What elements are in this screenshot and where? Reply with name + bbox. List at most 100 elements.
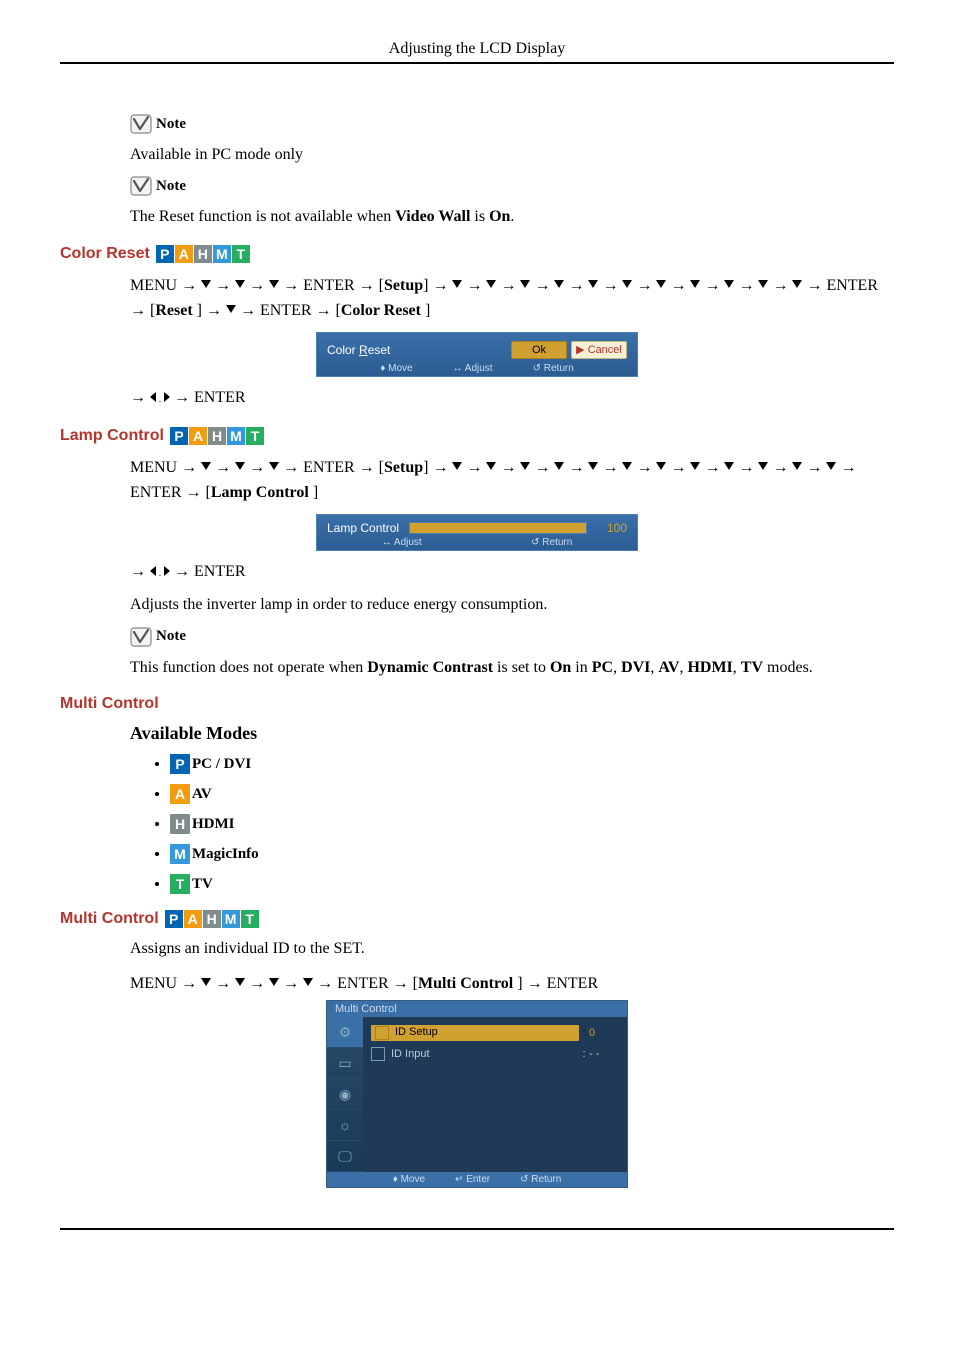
down-arrow-icon — [269, 280, 279, 290]
left-right-arrow-icon — [150, 392, 170, 402]
available-modes-list: PPC / DVI AAV HHDMI MMagicInfo TTV — [170, 754, 894, 894]
osd-row-id-setup[interactable]: ID Setup : 0 — [371, 1025, 619, 1041]
note-block-3: Note — [130, 627, 894, 647]
tag-m-icon: M — [227, 427, 245, 445]
osd-side-icons: ⚙ ▭ ◉ ☼ 🖵 — [327, 1017, 363, 1172]
footer-rule — [60, 1228, 894, 1230]
down-arrow-icon — [690, 280, 700, 290]
note-block-2: Note — [130, 176, 894, 196]
note-icon — [130, 176, 152, 196]
down-arrow-icon — [226, 305, 236, 315]
down-arrow-icon — [622, 280, 632, 290]
osd-ok-button[interactable]: Ok — [511, 341, 567, 359]
nav-path-enter: → → ENTER — [130, 559, 894, 585]
down-arrow-icon — [554, 462, 564, 472]
list-item: MMagicInfo — [170, 844, 894, 864]
osd-color-reset-dialog: Color Reset Ok ▶ Cancel ♦ Move ↔ Adjust … — [316, 332, 638, 377]
note-label: Note — [156, 116, 186, 133]
down-arrow-icon — [201, 462, 211, 472]
mode-tags: P A H M T — [165, 910, 260, 928]
osd-side-icon[interactable]: ☼ — [327, 1110, 363, 1141]
nav-path-enter: → → ENTER — [130, 385, 894, 411]
down-arrow-icon — [303, 978, 313, 988]
heading-multi-control-2: Multi Control P A H M T — [60, 910, 894, 928]
osd-side-icon[interactable]: ⚙ — [327, 1017, 363, 1048]
tag-t-icon: T — [170, 874, 190, 894]
down-arrow-icon — [622, 462, 632, 472]
page-header: Adjusting the LCD Display — [60, 40, 894, 58]
down-arrow-icon — [826, 462, 836, 472]
left-right-arrow-icon — [150, 566, 170, 576]
tag-t-icon: T — [246, 427, 264, 445]
note-icon — [130, 114, 152, 134]
lamp-description: Adjusts the inverter lamp in order to re… — [130, 594, 894, 616]
osd-slider-value: 100 — [597, 521, 627, 535]
tag-p-icon: P — [170, 427, 188, 445]
note-label: Note — [156, 628, 186, 645]
tag-p-icon: P — [156, 245, 174, 263]
nav-path-color-reset: MENU → → → → ENTER → [Setup] → → → → → →… — [130, 273, 894, 324]
mode-tags: P A H M T — [156, 245, 251, 263]
tag-m-icon: M — [213, 245, 231, 263]
down-arrow-icon — [724, 280, 734, 290]
list-item: TTV — [170, 874, 894, 894]
osd-footer-move: ♦ Move — [393, 1174, 425, 1185]
osd-slider-bar[interactable] — [409, 522, 587, 534]
down-arrow-icon — [235, 462, 245, 472]
down-arrow-icon — [520, 462, 530, 472]
tag-a-icon: A — [175, 245, 193, 263]
tag-m-icon: M — [222, 910, 240, 928]
tag-h-icon: H — [208, 427, 226, 445]
down-arrow-icon — [588, 462, 598, 472]
down-arrow-icon — [520, 280, 530, 290]
tag-h-icon: H — [194, 245, 212, 263]
tag-m-icon: M — [170, 844, 190, 864]
note-label: Note — [156, 178, 186, 195]
list-item: HHDMI — [170, 814, 894, 834]
tag-p-icon: P — [165, 910, 183, 928]
tag-h-icon: H — [203, 910, 221, 928]
osd-cancel-button[interactable]: ▶ Cancel — [571, 341, 627, 359]
down-arrow-icon — [201, 280, 211, 290]
down-arrow-icon — [724, 462, 734, 472]
osd-side-icon[interactable]: 🖵 — [327, 1141, 363, 1172]
down-arrow-icon — [690, 462, 700, 472]
down-arrow-icon — [792, 462, 802, 472]
osd-footer-return: ↺ Return — [520, 1174, 561, 1185]
osd-menu-title: Multi Control — [327, 1001, 627, 1017]
down-arrow-icon — [452, 280, 462, 290]
heading-color-reset: Color Reset P A H M T — [60, 245, 894, 263]
note-icon — [130, 627, 152, 647]
down-arrow-icon — [588, 280, 598, 290]
down-arrow-icon — [758, 462, 768, 472]
osd-row-id-input[interactable]: ID Input : - - — [371, 1047, 619, 1061]
osd-help-adjust: ↔ Adjust — [453, 363, 493, 374]
down-arrow-icon — [235, 978, 245, 988]
note-text-3: This function does not operate when Dyna… — [130, 657, 894, 679]
tag-a-icon: A — [189, 427, 207, 445]
down-arrow-icon — [656, 280, 666, 290]
nav-path-lamp-control: MENU → → → → ENTER → [Setup] → → → → → →… — [130, 455, 894, 506]
list-item: AAV — [170, 784, 894, 804]
down-arrow-icon — [486, 462, 496, 472]
down-arrow-icon — [269, 462, 279, 472]
tag-t-icon: T — [232, 245, 250, 263]
down-arrow-icon — [269, 978, 279, 988]
down-arrow-icon — [792, 280, 802, 290]
down-arrow-icon — [656, 462, 666, 472]
tag-t-icon: T — [241, 910, 259, 928]
down-arrow-icon — [758, 280, 768, 290]
osd-lamp-control-slider: Lamp Control 100 ↔ Adjust ↺ Return — [316, 514, 638, 551]
header-rule — [60, 62, 894, 64]
heading-lamp-control: Lamp Control P A H M T — [60, 427, 894, 445]
multi-description: Assigns an individual ID to the SET. — [130, 938, 894, 960]
down-arrow-icon — [486, 280, 496, 290]
tag-h-icon: H — [170, 814, 190, 834]
tag-a-icon: A — [184, 910, 202, 928]
osd-side-icon[interactable]: ▭ — [327, 1048, 363, 1079]
osd-footer-enter: ↵ Enter — [455, 1174, 490, 1185]
osd-multi-control-menu: Multi Control ⚙ ▭ ◉ ☼ 🖵 ID Setup : 0 ID … — [326, 1000, 628, 1188]
list-item: PPC / DVI — [170, 754, 894, 774]
note-block-1: Note — [130, 114, 894, 134]
osd-side-icon[interactable]: ◉ — [327, 1079, 363, 1110]
